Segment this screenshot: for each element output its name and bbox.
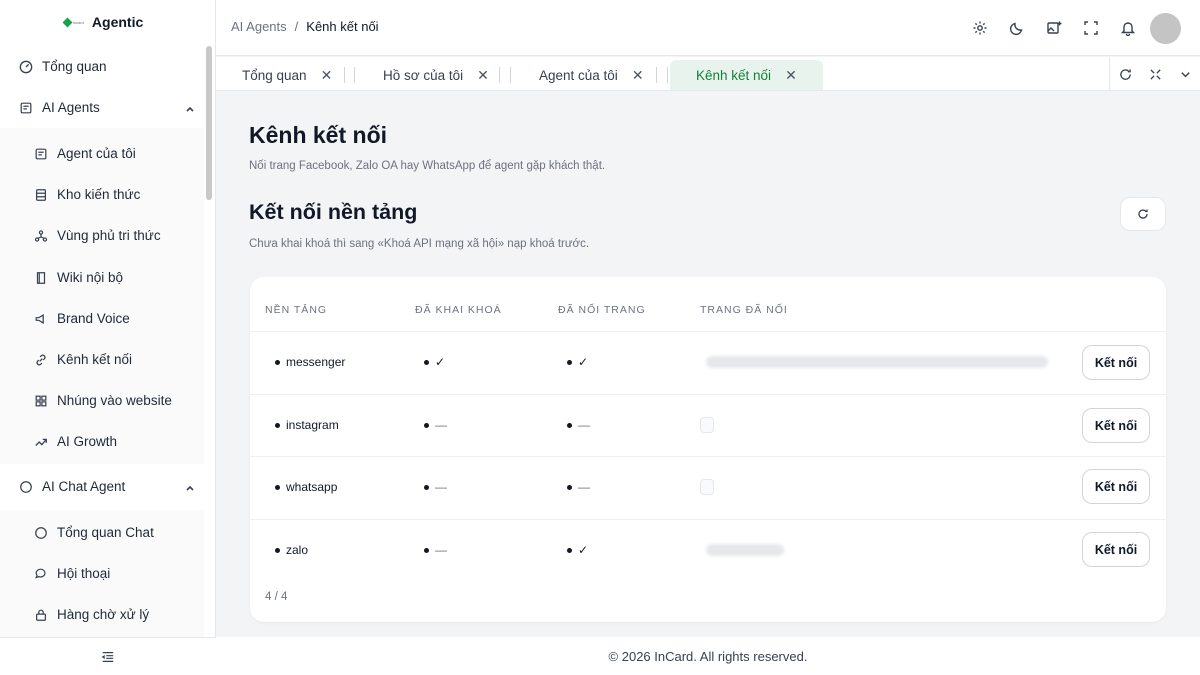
sidebar-collapse-button[interactable] — [0, 637, 216, 675]
connect-button[interactable]: Kết nối — [1082, 469, 1150, 504]
page-status: — — [567, 480, 590, 494]
app-name: Agentic — [91, 14, 144, 30]
refresh-button[interactable] — [1120, 197, 1166, 231]
collapse-menu-icon — [101, 651, 114, 662]
row-count: 4 / 4 — [265, 591, 288, 603]
close-icon[interactable]: ✕ — [785, 67, 797, 84]
table-row-platform: whatsapp — [275, 480, 337, 494]
section-title: Kết nối nền tảng — [249, 200, 418, 224]
ai-agents-group-bg — [0, 128, 204, 464]
table-row-platform: messenger — [275, 355, 345, 369]
link-icon — [34, 353, 48, 367]
tab-bar: Tổng quan ✕ Hồ sơ của tôi ✕ Agent của tôi ✕… — [216, 57, 1200, 91]
sidebar-item-chat-overview[interactable]: Tổng quan Chat — [34, 525, 154, 540]
close-icon[interactable]: ✕ — [632, 67, 644, 84]
tab-overview[interactable]: Tổng quan ✕ — [242, 60, 332, 90]
sidebar-item-brand-voice[interactable]: Brand Voice — [34, 311, 130, 326]
gauge-icon — [19, 60, 33, 74]
robot-icon — [34, 147, 48, 161]
megaphone-icon — [34, 312, 48, 326]
key-status: — — [424, 543, 447, 557]
sidebar-group-ai-chat-agent[interactable]: AI Chat Agent — [19, 479, 125, 494]
chevron-down-icon[interactable] — [1170, 57, 1200, 91]
breadcrumb-parent[interactable]: AI Agents — [231, 19, 287, 34]
add-image-icon[interactable] — [1035, 12, 1072, 44]
chat-icon — [19, 480, 33, 494]
network-icon — [34, 229, 48, 243]
notification-bell-icon[interactable] — [1109, 12, 1146, 44]
dark-mode-moon-icon[interactable] — [998, 12, 1035, 44]
sidebar-item-embed-website[interactable]: Nhúng vào website — [34, 393, 172, 408]
tab-my-profile[interactable]: Hồ sơ của tôi ✕ — [383, 60, 489, 90]
grid-icon — [34, 394, 48, 408]
collapse-arrows-icon[interactable] — [1140, 57, 1170, 91]
logo-mark: incard — [62, 17, 84, 27]
column-header-connected-page: TRANG ĐÃ NỐI — [700, 304, 788, 316]
tab-my-agents[interactable]: Agent của tôi ✕ — [539, 60, 644, 90]
sidebar-item-queue[interactable]: Hàng chờ xử lý — [34, 607, 149, 622]
chat-bubbles-icon — [34, 567, 48, 581]
tab-connected-channels[interactable]: Kênh kết nối ✕ — [670, 60, 823, 90]
column-header-platform: NỀN TẢNG — [265, 304, 328, 316]
top-header: AI Agents / Kênh kết nối — [216, 0, 1200, 56]
fullscreen-icon[interactable] — [1072, 12, 1109, 44]
sidebar-scrollbar[interactable] — [206, 46, 212, 200]
close-icon[interactable]: ✕ — [321, 67, 333, 84]
reload-tab-icon[interactable] — [1110, 57, 1140, 91]
connect-button[interactable]: Kết nối — [1082, 345, 1150, 380]
page-title: Kênh kết nối — [249, 122, 388, 148]
chevron-up-icon[interactable] — [184, 482, 196, 494]
book-icon — [34, 271, 48, 285]
sidebar-item-internal-wiki[interactable]: Wiki nội bộ — [34, 270, 123, 285]
column-header-key-set: ĐÃ KHAI KHOÁ — [415, 304, 502, 316]
table-row-platform: zalo — [275, 543, 308, 557]
sidebar-item-overview[interactable]: Tổng quan — [19, 59, 107, 74]
close-icon[interactable]: ✕ — [477, 67, 489, 84]
sidebar-item-my-agents[interactable]: Agent của tôi — [34, 146, 136, 161]
sidebar-item-knowledge-coverage[interactable]: Vùng phủ tri thức — [34, 228, 161, 243]
connected-page-blurred — [706, 544, 784, 556]
lock-icon — [34, 608, 48, 622]
database-icon — [34, 188, 48, 202]
connected-page-blurred — [706, 356, 1048, 368]
chat-icon — [34, 526, 48, 540]
connect-button[interactable]: Kết nối — [1082, 408, 1150, 443]
breadcrumb-current: Kênh kết nối — [306, 19, 379, 34]
page-footer: © 2026 InCard. All rights reserved. — [216, 637, 1200, 675]
section-subtitle: Chưa khai khoá thì sang «Khoá API mạng x… — [249, 238, 590, 250]
app-logo[interactable]: incard Agentic — [62, 14, 144, 30]
page-status: ✓ — [567, 355, 588, 369]
page-subtitle: Nối trang Facebook, Zalo OA hay WhatsApp… — [249, 160, 606, 172]
sidebar-item-connected-channels[interactable]: Kênh kết nối — [34, 352, 132, 367]
page-status: — — [567, 418, 590, 432]
sidebar-item-knowledge-base[interactable]: Kho kiến thức — [34, 187, 140, 202]
page-status: ✓ — [567, 543, 588, 557]
user-avatar[interactable] — [1150, 12, 1181, 44]
key-status: — — [424, 480, 447, 494]
connected-page-empty — [700, 417, 714, 433]
sidebar: incard Agentic Tổng quan AI Agents Agent… — [0, 0, 216, 675]
connect-button[interactable]: Kết nối — [1082, 532, 1150, 567]
chevron-up-icon[interactable] — [184, 103, 196, 115]
trend-icon — [34, 435, 48, 449]
robot-icon — [19, 101, 33, 115]
key-status: — — [424, 418, 447, 432]
sidebar-group-ai-agents[interactable]: AI Agents — [19, 100, 100, 115]
settings-gear-icon[interactable] — [961, 12, 998, 44]
sidebar-item-ai-growth[interactable]: AI Growth — [34, 434, 117, 449]
table-row-platform: instagram — [275, 418, 339, 432]
sidebar-item-conversations[interactable]: Hội thoại — [34, 566, 110, 581]
connected-page-empty — [700, 479, 714, 495]
breadcrumb: AI Agents / Kênh kết nối — [231, 19, 379, 34]
key-status: ✓ — [424, 355, 445, 369]
refresh-icon — [1138, 209, 1148, 219]
breadcrumb-separator: / — [294, 19, 299, 34]
column-header-page-connected: ĐÃ NỐI TRANG — [558, 304, 646, 316]
platforms-table-card — [250, 277, 1166, 622]
